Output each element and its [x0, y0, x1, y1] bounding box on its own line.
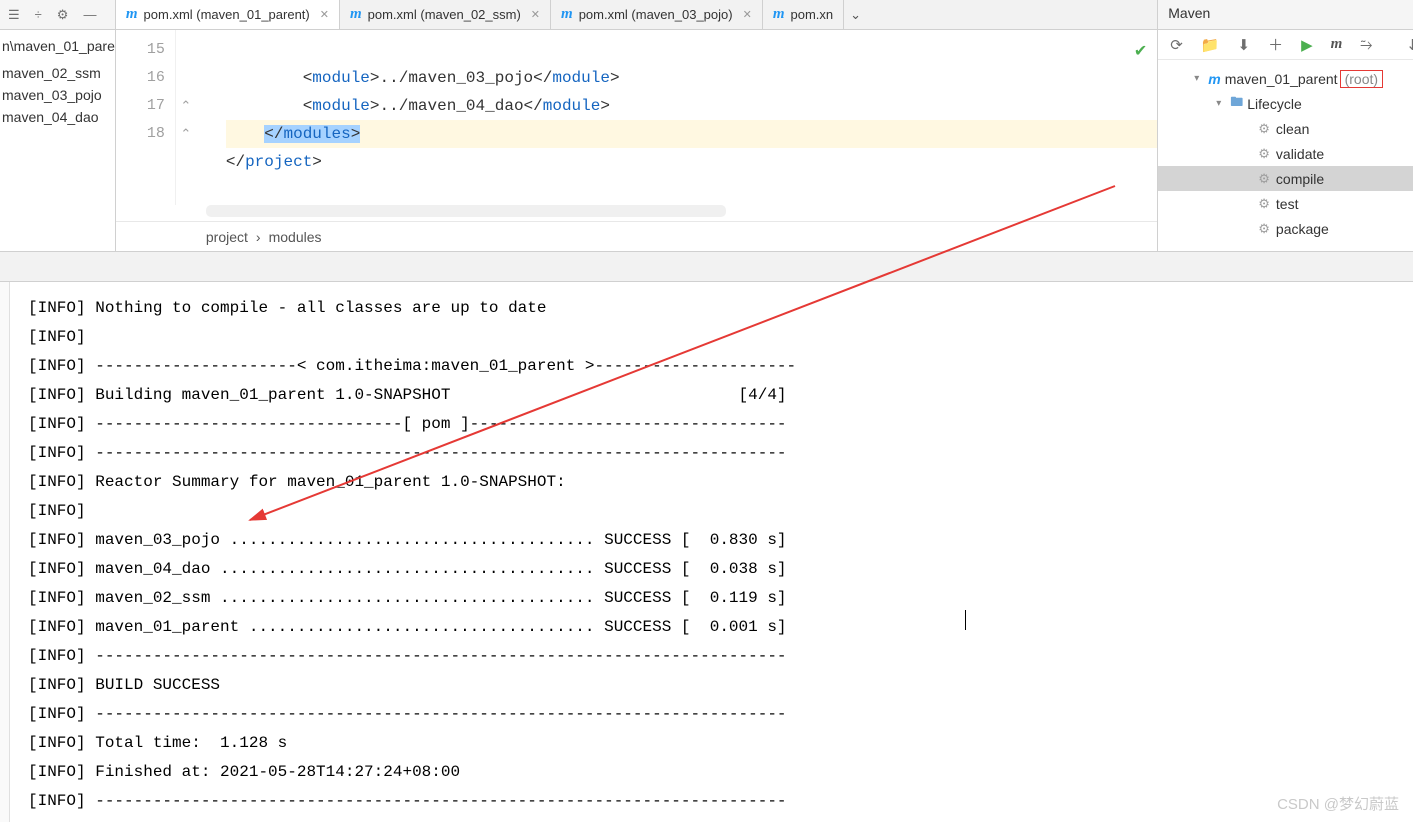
- goal-test[interactable]: ⚙ test: [1158, 191, 1413, 216]
- maven-m-icon[interactable]: m: [1331, 36, 1343, 53]
- gear-icon: ⚙: [1258, 171, 1270, 187]
- fold-column[interactable]: ⌃⌃: [176, 30, 196, 205]
- close-icon[interactable]: ✕: [743, 8, 752, 21]
- maven-file-icon: m: [350, 6, 362, 23]
- gear-icon: ⚙: [1258, 221, 1270, 237]
- horizontal-scrollbar[interactable]: [206, 205, 726, 217]
- minimize-icon[interactable]: —: [83, 7, 96, 22]
- project-path: n\maven_01_pare: [0, 30, 115, 62]
- console-header: [0, 252, 1413, 282]
- tab-pom-overflow[interactable]: m pom.xn: [763, 0, 844, 29]
- gear-icon: ⚙: [1258, 121, 1270, 137]
- module-item[interactable]: maven_03_pojo: [2, 84, 115, 106]
- project-sidebar: ☰ ÷ ⚙ — n\maven_01_pare maven_02_ssm mav…: [0, 0, 116, 251]
- folder-icon: 🖿: [1230, 93, 1243, 115]
- check-icon: ✔: [1134, 38, 1147, 66]
- maven-toolbar: ⟳ 📁 ⬇ ＋ ▶ m ⥲ ⇵ ⇄ ▮: [1158, 30, 1413, 60]
- line-gutter: 15 16 17 18: [116, 30, 176, 205]
- build-console: [INFO] Nothing to compile - all classes …: [0, 282, 1413, 822]
- tab-pom-parent[interactable]: m pom.xml (maven_01_parent) ✕: [116, 0, 340, 29]
- goal-compile[interactable]: ⚙ compile: [1158, 166, 1413, 191]
- module-item[interactable]: maven_04_dao: [2, 106, 115, 128]
- maven-file-icon: m: [561, 6, 573, 23]
- maven-project-icon: m: [1208, 71, 1220, 87]
- refresh-icon[interactable]: ⟳: [1170, 36, 1183, 54]
- goal-clean[interactable]: ⚙ clean: [1158, 116, 1413, 141]
- collapse-icon[interactable]: ⇵: [1408, 36, 1413, 54]
- gear-icon[interactable]: ⚙: [57, 7, 69, 23]
- tab-pom-pojo[interactable]: m pom.xml (maven_03_pojo) ✕: [551, 0, 763, 29]
- maven-panel-title: Maven: [1158, 0, 1413, 30]
- maven-file-icon: m: [773, 6, 785, 23]
- console-output[interactable]: [INFO] Nothing to compile - all classes …: [10, 282, 1413, 822]
- code-editor[interactable]: 15 16 17 18 ⌃⌃ <module>../maven_03_pojo<…: [116, 30, 1157, 205]
- divider-icon: ÷: [35, 7, 42, 22]
- text-cursor: [965, 610, 966, 630]
- maven-panel: Maven ⟳ 📁 ⬇ ＋ ▶ m ⥲ ⇵ ⇄ ▮ ▾ m maven_01_p…: [1158, 0, 1413, 251]
- lifecycle-node[interactable]: ▾ 🖿 Lifecycle: [1158, 91, 1413, 116]
- code-content[interactable]: <module>../maven_03_pojo</module> <modul…: [196, 30, 1157, 205]
- list-icon[interactable]: ☰: [8, 7, 20, 23]
- goal-validate[interactable]: ⚙ validate: [1158, 141, 1413, 166]
- maven-tree: ▾ m maven_01_parent (root) ▾ 🖿 Lifecycle…: [1158, 60, 1413, 247]
- project-modules-list: maven_02_ssm maven_03_pojo maven_04_dao: [0, 62, 115, 128]
- tab-overflow-dropdown[interactable]: ⌄: [844, 0, 867, 29]
- skip-tests-icon[interactable]: ⥲: [1360, 36, 1372, 53]
- watermark: CSDN @梦幻蔚蓝: [1277, 793, 1399, 814]
- goal-package[interactable]: ⚙ package: [1158, 216, 1413, 241]
- gear-icon: ⚙: [1258, 196, 1270, 212]
- root-badge: (root): [1340, 70, 1383, 88]
- gear-icon: ⚙: [1258, 146, 1270, 162]
- editor-tabs: m pom.xml (maven_01_parent) ✕ m pom.xml …: [116, 0, 1157, 30]
- console-gutter: [0, 282, 10, 822]
- breadcrumb[interactable]: project › modules: [116, 221, 1157, 251]
- run-icon[interactable]: ▶: [1301, 36, 1313, 54]
- generate-icon[interactable]: 📁: [1201, 36, 1220, 54]
- close-icon[interactable]: ✕: [531, 8, 540, 21]
- download-icon[interactable]: ⬇: [1238, 36, 1251, 54]
- close-icon[interactable]: ✕: [320, 8, 329, 21]
- add-icon[interactable]: ＋: [1268, 34, 1283, 55]
- tab-pom-ssm[interactable]: m pom.xml (maven_02_ssm) ✕: [340, 0, 551, 29]
- module-item[interactable]: maven_02_ssm: [2, 62, 115, 84]
- maven-project-node[interactable]: ▾ m maven_01_parent (root): [1158, 66, 1413, 91]
- maven-file-icon: m: [126, 6, 138, 23]
